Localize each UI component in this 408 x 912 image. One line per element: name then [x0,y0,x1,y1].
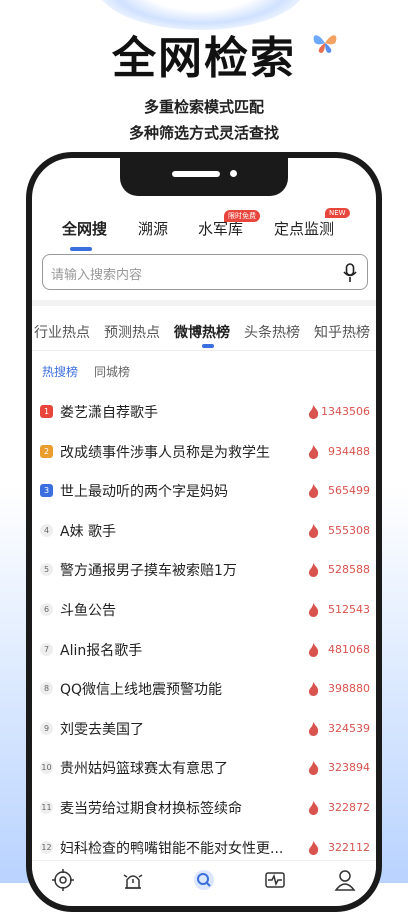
tab-trace-source[interactable]: 溯源 [138,218,168,239]
list-item-title[interactable]: 斗鱼公告 [60,600,116,620]
tab-zhihu-hot[interactable]: 知乎热榜 [314,322,370,342]
phone-frame: 全网搜 溯源 水军库 定点监测 限时免费 NEW 请输入搜索内容 行业热点 预测… [26,152,382,912]
tab-all-web-search[interactable]: 全网搜 [62,218,107,239]
target-icon[interactable] [52,869,74,891]
list-item[interactable]: 11 麦当劳给过期食材换标签续命 322872 [32,794,376,824]
rank-badge: 2 [40,444,53,458]
flame-icon [308,484,319,499]
flame-icon [308,523,319,538]
rank-badge: 12 [40,840,53,854]
list-item-title[interactable]: 贵州姑妈篮球赛太有意思了 [60,758,228,778]
list-item[interactable]: 2 改成绩事件涉事人员称是为救学生 934488 [32,438,376,468]
flame-icon [308,642,319,657]
butterfly-icon [313,35,337,53]
flame-icon [308,761,319,776]
flame-icon [308,563,319,578]
active-tab-indicator [70,247,92,251]
bottom-nav [32,860,376,901]
rank-badge: 10 [40,761,53,775]
flame-icon [308,840,319,855]
rank-badge: 5 [40,563,53,577]
rank-badge: 11 [40,801,53,814]
hero-subtitle-2: 多种筛选方式灵活查找 [128,124,279,142]
microphone-icon[interactable] [343,263,357,283]
search-icon[interactable] [193,869,215,891]
monitor-icon[interactable] [264,869,286,891]
heat-value: 398880 [328,682,370,696]
list-item[interactable]: 5 警方通报男子摸车被索赔1万 528588 [32,556,376,586]
flame-icon [308,721,319,736]
list-item[interactable]: 6 斗鱼公告 512543 [32,596,376,626]
phone-screen: 全网搜 溯源 水军库 定点监测 限时免费 NEW 请输入搜索内容 行业热点 预测… [32,158,376,906]
list-item-title[interactable]: 警方通报男子摸车被索赔1万 [60,560,237,580]
tab-weibo-hot[interactable]: 微博热榜 [174,322,230,342]
tab-industry-hot[interactable]: 行业热点 [34,322,90,342]
flame-icon [308,682,319,697]
list-item-title[interactable]: 娄艺潇自荐歌手 [60,402,158,422]
new-badge: NEW [325,208,350,218]
list-item[interactable]: 9 刘雯去美国了 324539 [32,715,376,745]
heat-value: 528588 [328,563,370,577]
heat-value: 324539 [328,721,370,735]
speaker-bar [172,171,220,177]
camera-dot [230,170,237,177]
hero-title: 全网检索 [112,33,296,84]
list-item-title[interactable]: A妹 歌手 [60,521,116,541]
search-input[interactable]: 请输入搜索内容 [51,264,142,283]
tab-hot-search[interactable]: 热搜榜 [42,363,78,380]
list-item-title[interactable]: QQ微信上线地震预警功能 [60,679,222,699]
list-item-title[interactable]: 世上最动听的两个字是妈妈 [60,481,228,501]
flame-icon [308,444,319,459]
rank-badge: 9 [40,721,53,735]
tab-forecast-hot[interactable]: 预测热点 [104,322,160,342]
list-item[interactable]: 4 A妹 歌手 555308 [32,517,376,547]
list-item-title[interactable]: 刘雯去美国了 [60,719,144,739]
heat-value: 934488 [328,444,370,458]
list-item[interactable]: 1 娄艺潇自荐歌手 1343506 [32,398,376,428]
heat-value: 323894 [328,761,370,775]
top-tabs: 全网搜 溯源 水军库 定点监测 [32,218,376,248]
heat-value: 481068 [328,642,370,656]
rank-badge: 3 [40,484,53,498]
flame-icon [308,405,319,419]
list-item-title[interactable]: 麦当劳给过期食材换标签续命 [60,798,242,818]
heat-value: 322112 [328,840,370,854]
heat-value: 322872 [328,801,370,814]
tab-fixed-monitoring[interactable]: 定点监测 [274,218,334,239]
section-divider [32,300,376,306]
list-item[interactable]: 10 贵州姑妈篮球赛太有意思了 323894 [32,754,376,784]
list-item[interactable]: 7 Alin报名歌手 481068 [32,636,376,666]
phone-notch [120,158,288,196]
category-tabs: 行业热点 预测热点 微博热榜 头条热榜 知乎热榜 [32,322,376,344]
heat-value: 1343506 [321,405,370,418]
flame-icon [308,801,319,815]
heat-value: 565499 [328,484,370,498]
heat-value: 512543 [328,603,370,616]
free-badge: 限时免费 [224,210,260,222]
tab-local-list[interactable]: 同城榜 [94,363,130,380]
search-box[interactable]: 请输入搜索内容 [42,254,368,290]
active-category-indicator [202,344,214,348]
list-item-title[interactable]: Alin报名歌手 [60,640,142,660]
rank-badge: 1 [40,405,53,418]
rank-badge: 7 [40,642,53,656]
heat-value: 555308 [328,523,370,537]
rank-badge: 4 [40,523,53,537]
alert-icon[interactable] [122,869,144,891]
tab-toutiao-hot[interactable]: 头条热榜 [244,322,300,342]
user-icon[interactable] [334,869,356,891]
rank-badge: 8 [40,682,53,696]
list-item[interactable]: 3 世上最动听的两个字是妈妈 565499 [32,477,376,507]
flame-icon [308,603,319,617]
hero-subtitle-1: 多重检索模式匹配 [143,98,264,116]
rank-badge: 6 [40,603,53,616]
list-item-title[interactable]: 妇科检查的鸭嘴钳能不能对女性更... [60,838,283,858]
category-divider [32,350,376,351]
list-item[interactable]: 8 QQ微信上线地震预警功能 398880 [32,675,376,705]
list-item-title[interactable]: 改成绩事件涉事人员称是为救学生 [60,442,270,462]
